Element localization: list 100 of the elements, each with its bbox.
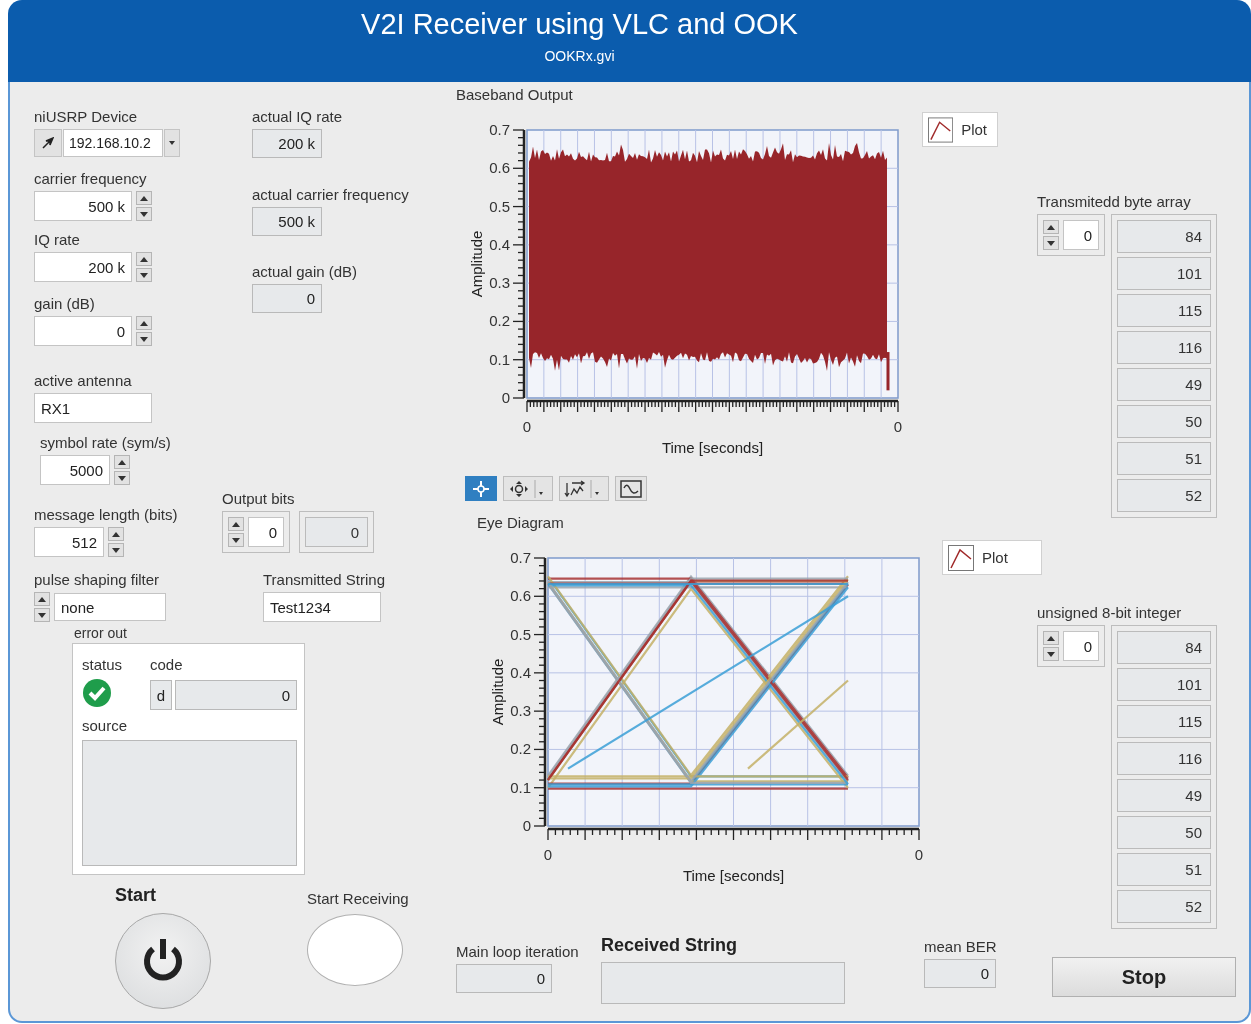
up-arrow-icon: [140, 256, 148, 262]
decrement-button[interactable]: [228, 533, 244, 547]
array-element: 52: [1117, 890, 1211, 923]
arrow-icon: [42, 137, 54, 149]
axis-title: Amplitude: [468, 230, 485, 298]
up-arrow-icon: [1047, 635, 1055, 641]
axis-tick-label: 0: [501, 389, 510, 406]
increment-button[interactable]: [136, 191, 152, 205]
plot-legend[interactable]: Plot: [942, 540, 1042, 575]
axis-tick-label: 0.4: [510, 663, 531, 681]
axis-tick-label: 0.3: [489, 274, 510, 292]
axis-tick-label: 0.6: [510, 587, 531, 605]
index-field[interactable]: 0: [1063, 631, 1099, 661]
up-arrow-icon: [1047, 224, 1055, 230]
array-element: 115: [1117, 294, 1211, 327]
dropdown-button[interactable]: [164, 129, 180, 157]
control-label: Received String: [601, 936, 738, 954]
increment-button[interactable]: [228, 517, 244, 531]
numeric-indicator: 200 k: [252, 129, 322, 158]
crosshair-icon: [470, 479, 492, 498]
control-label: unsigned 8-bit integer: [1037, 604, 1182, 622]
numeric-field[interactable]: 0: [34, 316, 132, 346]
array-element: 84: [1117, 631, 1211, 664]
control-label: mean BER: [924, 938, 997, 956]
control-label: IQ rate: [34, 231, 80, 249]
decrement-button[interactable]: [1043, 647, 1059, 661]
code-label: code: [150, 656, 183, 674]
index-field[interactable]: 0: [1063, 220, 1099, 250]
fit-tool-button[interactable]: [615, 476, 647, 501]
browse-button[interactable]: [34, 129, 62, 157]
down-arrow-icon: [232, 537, 240, 543]
increment-button[interactable]: [114, 455, 130, 469]
increment-button[interactable]: [136, 252, 152, 266]
axis-tick-label: 0.6: [489, 159, 510, 177]
array-element: 50: [1117, 816, 1211, 849]
axis-title: Time [seconds]: [682, 867, 785, 884]
control-label: message length (bits): [34, 506, 178, 524]
window-title: V2I Receiver using VLC and OOK: [361, 7, 798, 42]
decrement-button[interactable]: [34, 608, 50, 622]
text-field[interactable]: RX1: [34, 393, 152, 423]
decrement-button[interactable]: [1043, 236, 1059, 250]
file-name: OOKRx.gvi: [544, 48, 615, 64]
control-label: symbol rate (sym/s): [40, 434, 171, 452]
status-label: status: [82, 656, 123, 674]
plot-arrows-icon: [564, 479, 586, 498]
index-field[interactable]: 0: [248, 517, 284, 547]
array-element: 51: [1117, 442, 1211, 475]
down-arrow-icon: [118, 475, 126, 481]
increment-button[interactable]: [1043, 220, 1059, 234]
numeric-field[interactable]: 5000: [40, 455, 110, 485]
increment-button[interactable]: [108, 527, 124, 541]
increment-button[interactable]: [34, 592, 50, 606]
axis-tick-label: 0.1: [510, 778, 531, 796]
axis-tick-label: 0: [893, 418, 903, 435]
array-element: 0: [305, 517, 368, 547]
control-label: pulse shaping filter: [34, 571, 160, 589]
numeric-indicator: 500 k: [252, 207, 322, 236]
address-field[interactable]: 192.168.10.2: [63, 129, 163, 157]
down-arrow-icon: [1047, 240, 1055, 246]
array-element: 52: [1117, 479, 1211, 512]
pan-tool-button[interactable]: [503, 476, 553, 501]
control-label: active antenna: [34, 372, 132, 390]
decrement-button[interactable]: [136, 332, 152, 346]
control-label: Output bits: [222, 490, 295, 508]
down-arrow-icon: [38, 612, 46, 618]
array-element: 51: [1117, 853, 1211, 886]
text-field[interactable]: Test1234: [263, 592, 381, 622]
led-label: Start Receiving: [307, 890, 409, 908]
numeric-field[interactable]: 512: [34, 527, 104, 557]
increment-button[interactable]: [1043, 631, 1059, 645]
decrement-button[interactable]: [136, 207, 152, 221]
decrement-button[interactable]: [136, 268, 152, 282]
axis-tick-label: 0: [543, 846, 553, 863]
axis-tick-label: 0: [522, 418, 532, 435]
axis-tick-label: 0.4: [489, 235, 510, 253]
axis-tick-label: 0.3: [510, 702, 531, 720]
control-label: gain (dB): [34, 295, 95, 313]
radix-button[interactable]: d: [150, 680, 172, 710]
numeric-field[interactable]: 500 k: [34, 191, 132, 221]
axis-title: Amplitude: [489, 658, 506, 726]
cursor-tool-button[interactable]: [465, 476, 497, 501]
up-arrow-icon: [118, 459, 126, 465]
down-arrow-icon: [112, 547, 120, 553]
code-indicator: 0: [175, 680, 297, 710]
decrement-button[interactable]: [114, 471, 130, 485]
waveform-icon: [620, 479, 642, 498]
axis-tick-label: 0.1: [489, 350, 510, 368]
stop-button[interactable]: Stop: [1052, 957, 1236, 997]
numeric-field[interactable]: 200 k: [34, 252, 132, 282]
cluster-label: error out: [74, 625, 127, 641]
control-label: Transmitedd byte array: [1037, 193, 1191, 211]
array-element: 49: [1117, 368, 1211, 401]
down-arrow-icon: [140, 211, 148, 217]
dropdown-field[interactable]: none: [54, 593, 166, 621]
plot-legend[interactable]: Plot: [922, 112, 998, 147]
decrement-button[interactable]: [108, 543, 124, 557]
control-label: actual IQ rate: [252, 108, 343, 126]
increment-button[interactable]: [136, 316, 152, 330]
control-label: niUSRP Device: [34, 108, 138, 126]
zoom-tool-button[interactable]: [559, 476, 609, 501]
